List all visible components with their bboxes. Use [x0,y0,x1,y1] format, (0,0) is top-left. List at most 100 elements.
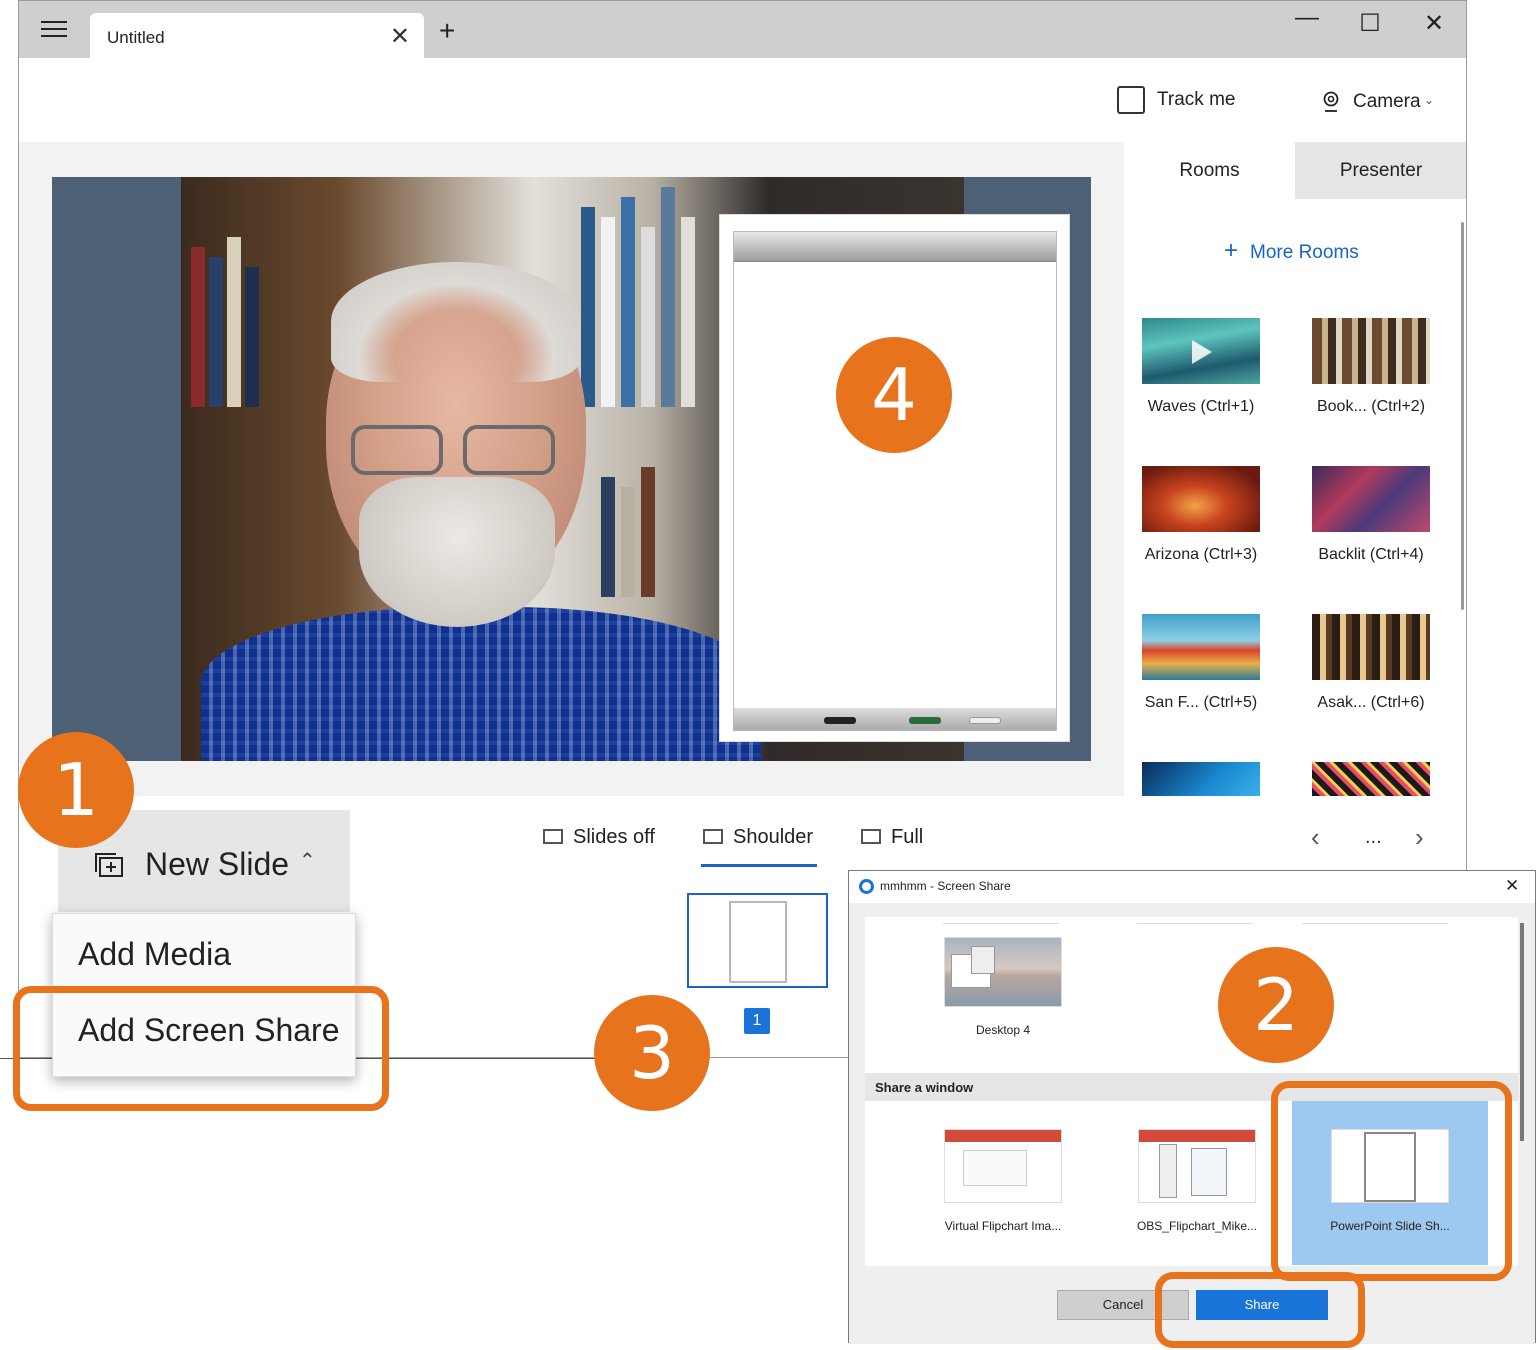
slide-preview [963,1150,1027,1186]
book [601,477,615,597]
shoulder-icon [703,829,723,844]
divider [1302,923,1448,924]
share-item-label: OBS_Flipchart_Mike... [1136,1219,1258,1233]
chevron-right-icon[interactable]: › [1415,822,1424,853]
waves-thumb [1142,318,1260,384]
chevron-down-icon[interactable]: ⌄ [1424,93,1434,107]
book [621,197,635,407]
new-tab-icon[interactable]: + [439,17,455,45]
tab-close-icon[interactable]: ✕ [390,22,410,51]
rooms-sidebar: Rooms Presenter + More Rooms Waves (Ctrl+… [1124,142,1466,796]
title-bar: Untitled ✕ + — ☐ ✕ [19,1,1466,59]
share-item-label: Desktop 4 [975,1023,1031,1037]
san-francisco-thumb [1142,614,1260,680]
slide-thumbnail[interactable] [687,893,828,988]
room-label: Book... (Ctrl+2) [1316,398,1426,415]
plus-icon: + [1224,237,1239,264]
menu-item-add-media[interactable]: Add Media [78,936,231,973]
book [601,217,615,407]
new-slide-label: New Slide [145,846,290,882]
marker [969,717,1001,724]
desktop-thumb [944,937,1062,1007]
view-label: Slides off [573,826,655,848]
play-icon [1192,340,1212,364]
share-desktop-4[interactable]: Desktop 4 [923,937,1083,1037]
flipchart-rail [734,232,1056,262]
marker-tray [734,708,1056,730]
tab-presenter[interactable]: Presenter [1295,142,1466,199]
hamburger-menu-icon[interactable] [41,21,67,39]
room-san-francisco[interactable]: San F... (Ctrl+5) [1131,614,1271,712]
track-me-checkbox[interactable] [1117,86,1145,114]
more-options-button[interactable]: ... [1365,826,1382,849]
presentation-stage [52,177,1091,761]
book [227,237,241,407]
camera-icon [1323,91,1339,112]
document-tab[interactable]: Untitled ✕ [90,13,424,59]
asakusa-thumb [1312,614,1430,680]
marker [909,717,941,724]
room-partial-1[interactable] [1131,762,1271,796]
tab-title: Untitled [107,28,165,47]
room-asakusa[interactable]: Asak... (Ctrl+6) [1301,614,1441,712]
room-bookshelf[interactable]: Book... (Ctrl+2) [1301,318,1441,416]
arizona-thumb [1142,466,1260,532]
maximize-icon[interactable]: ☐ [1350,9,1390,38]
backlit-thumb [1312,466,1430,532]
camera-dropdown[interactable]: Camera [1353,91,1421,113]
flipchart-screen-share[interactable] [719,214,1070,742]
view-shoulder[interactable]: Shoulder [703,826,813,849]
chevron-left-icon[interactable]: ‹ [1311,822,1320,853]
stage-area [19,142,1124,796]
room-partial-2[interactable] [1301,762,1441,796]
room-label: San F... (Ctrl+5) [1144,694,1258,711]
room-label: Asak... (Ctrl+6) [1317,694,1425,711]
slides-off-icon [543,829,563,844]
glasses-left-lens [351,425,443,475]
view-full[interactable]: Full [861,826,923,849]
room-backlit[interactable]: Backlit (Ctrl+4) [1301,466,1441,564]
slide-number-badge: 1 [744,1008,770,1034]
callout-2: 2 [1218,947,1334,1063]
dialog-title-bar: mmhmm - Screen Share ✕ [849,871,1535,903]
more-rooms-button[interactable]: + More Rooms [1224,237,1359,265]
bookshelf-thumb [1312,318,1430,384]
tab-rooms[interactable]: Rooms [1124,142,1295,199]
mmhmm-logo-icon [859,879,874,894]
book [661,187,675,407]
room-waves[interactable]: Waves (Ctrl+1) [1131,318,1271,416]
close-window-icon[interactable]: ✕ [1414,9,1454,38]
book [245,267,259,407]
chevron-up-icon: ⌃ [299,850,316,872]
view-slides-off[interactable]: Slides off [543,826,655,849]
sidebar-scrollbar[interactable] [1461,222,1464,610]
dialog-scrollbar[interactable] [1520,923,1524,1141]
new-slide-icon [95,853,123,877]
book [621,487,635,597]
marker [824,717,856,724]
share-obs-flipchart[interactable]: OBS_Flipchart_Mike... [1117,1129,1277,1233]
dialog-close-icon[interactable]: ✕ [1505,876,1519,896]
slide-preview [1191,1148,1227,1196]
book [641,227,655,407]
share-virtual-flipchart[interactable]: Virtual Flipchart Ima... [923,1129,1083,1233]
person-beard [359,477,555,627]
room-arizona[interactable]: Arizona (Ctrl+3) [1131,466,1271,564]
room-label: Backlit (Ctrl+4) [1318,546,1424,563]
highlight-add-screen-share [13,986,389,1111]
track-me-label[interactable]: Track me [1157,89,1235,111]
share-item-label: Virtual Flipchart Ima... [944,1219,1062,1233]
book [191,247,205,407]
book [681,217,695,407]
person-shirt [201,607,761,761]
callout-4: 4 [836,337,952,453]
glasses-right-lens [463,425,555,475]
full-icon [861,829,881,844]
dialog-title: mmhmm - Screen Share [880,879,1011,893]
minimize-icon[interactable]: — [1287,4,1327,32]
flipchart-paper [733,231,1057,731]
ocean-thumb [1142,762,1260,796]
room-label: Arizona (Ctrl+3) [1144,546,1258,563]
book [209,257,223,407]
ribbon [1139,1130,1255,1142]
